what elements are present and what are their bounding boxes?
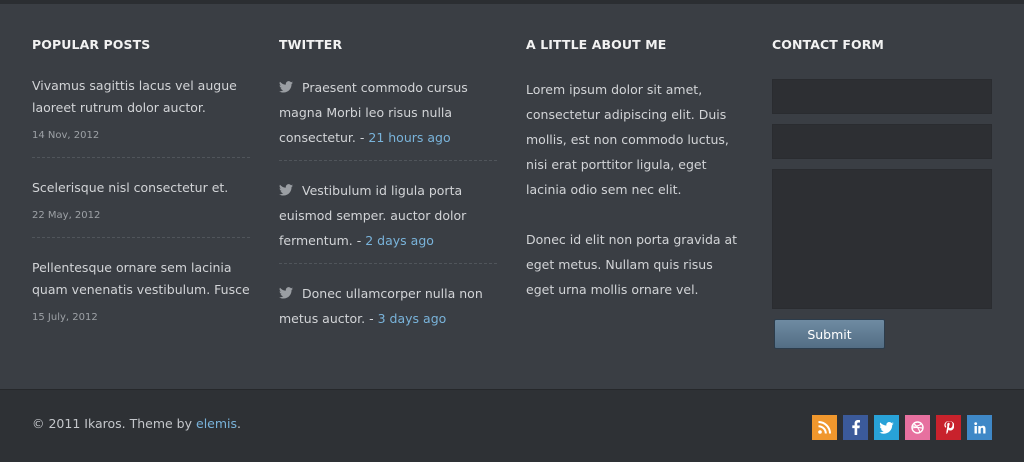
dribbble-icon[interactable] bbox=[905, 415, 930, 440]
twitter-heading: TWITTER bbox=[279, 37, 343, 52]
name-input[interactable] bbox=[772, 79, 992, 114]
linkedin-icon[interactable] bbox=[967, 415, 992, 440]
twitter-bird-icon bbox=[279, 184, 293, 196]
facebook-icon[interactable] bbox=[843, 415, 868, 440]
copyright: © 2011 Ikaros. Theme by elemis. bbox=[32, 416, 241, 431]
list-item: Vestibulum id ligula porta euismod sempe… bbox=[279, 178, 497, 264]
about-heading: A LITTLE ABOUT ME bbox=[526, 37, 667, 52]
list-item: Vivamus sagittis lacus vel augue laoreet… bbox=[32, 75, 250, 158]
contact-widget: CONTACT FORM Submit bbox=[772, 37, 992, 349]
pinterest-icon[interactable] bbox=[936, 415, 961, 440]
list-item: Donec ullamcorper nulla non metus auctor… bbox=[279, 281, 497, 341]
copyright-suffix: . bbox=[237, 416, 242, 431]
post-title-link[interactable]: Scelerisque nisl consectetur et. bbox=[32, 177, 250, 199]
tweet-list: Praesent commodo cursus magna Morbi leo … bbox=[279, 75, 497, 341]
popular-posts-widget: POPULAR POSTS Vivamus sagittis lacus vel… bbox=[32, 37, 250, 358]
about-paragraph: Donec id elit non porta gravida at eget … bbox=[526, 232, 738, 297]
rss-icon[interactable] bbox=[812, 415, 837, 440]
popular-posts-heading: POPULAR POSTS bbox=[32, 37, 151, 52]
post-list: Vivamus sagittis lacus vel augue laoreet… bbox=[32, 75, 250, 339]
twitter-bird-icon bbox=[279, 81, 293, 93]
post-date: 22 May, 2012 bbox=[32, 210, 101, 221]
email-input[interactable] bbox=[772, 124, 992, 159]
submit-button[interactable]: Submit bbox=[774, 319, 885, 349]
social-links bbox=[812, 415, 992, 440]
about-paragraph: Lorem ipsum dolor sit amet, consectetur … bbox=[526, 82, 729, 197]
message-textarea[interactable] bbox=[772, 169, 992, 309]
post-title-link[interactable]: Vivamus sagittis lacus vel augue laoreet… bbox=[32, 75, 250, 119]
list-item: Praesent commodo cursus magna Morbi leo … bbox=[279, 75, 497, 161]
post-date: 14 Nov, 2012 bbox=[32, 130, 100, 141]
list-item: Pellentesque ornare sem lacinia quam ven… bbox=[32, 257, 250, 339]
author-link[interactable]: elemis bbox=[196, 416, 237, 431]
tweet-time-link[interactable]: 21 hours ago bbox=[368, 130, 450, 145]
twitter-bird-icon bbox=[279, 287, 293, 299]
tweet-time-link[interactable]: 2 days ago bbox=[365, 233, 434, 248]
tweet-time-link[interactable]: 3 days ago bbox=[378, 311, 447, 326]
post-date: 15 July, 2012 bbox=[32, 312, 98, 323]
post-title-link[interactable]: Pellentesque ornare sem lacinia quam ven… bbox=[32, 257, 250, 301]
about-widget: A LITTLE ABOUT ME Lorem ipsum dolor sit … bbox=[526, 37, 744, 327]
twitter-widget: TWITTER Praesent commodo cursus magna Mo… bbox=[279, 37, 497, 358]
bottom-footer: © 2011 Ikaros. Theme by elemis. bbox=[0, 389, 1024, 462]
about-text: Lorem ipsum dolor sit amet, consectetur … bbox=[526, 77, 744, 302]
copyright-text: © 2011 Ikaros. Theme by bbox=[32, 416, 193, 431]
twitter-icon[interactable] bbox=[874, 415, 899, 440]
footer-widgets: POPULAR POSTS Vivamus sagittis lacus vel… bbox=[0, 0, 1024, 390]
list-item: Scelerisque nisl consectetur et. 22 May,… bbox=[32, 177, 250, 238]
contact-heading: CONTACT FORM bbox=[772, 37, 884, 52]
